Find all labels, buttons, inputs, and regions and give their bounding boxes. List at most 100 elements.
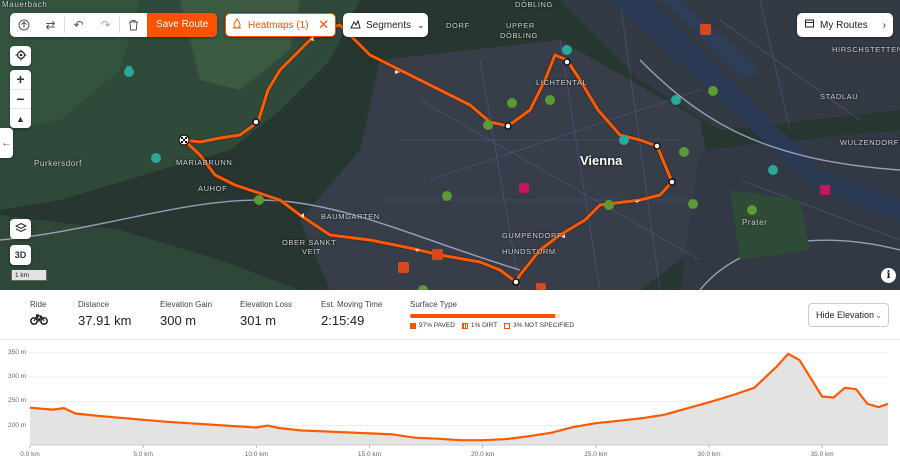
surface-type: Surface Type 97% PAVED 1% DIRT 3% NOT SP… — [410, 300, 581, 329]
stat-label: Elevation Loss — [240, 300, 293, 309]
map-label: BAUMGARTEN — [321, 212, 380, 221]
stat-distance: Distance 37.91 km — [78, 300, 131, 328]
x-tick-label: 5.0 km — [133, 451, 153, 458]
3d-toggle-button[interactable]: 3D — [10, 245, 31, 265]
my-routes-label: My Routes — [820, 19, 868, 31]
stat-value: 300 m — [160, 313, 197, 328]
x-tick-label: 0.0 km — [20, 451, 40, 458]
activity-type: Ride — [30, 300, 48, 330]
heatmaps-label: Heatmaps (1) — [248, 19, 309, 31]
map-layers-button[interactable] — [10, 219, 31, 239]
map-label: GUMPENDORF — [502, 231, 563, 240]
paved-swatch — [410, 322, 416, 329]
save-route-button[interactable]: Save Route — [147, 13, 218, 37]
locate-button[interactable] — [10, 46, 31, 66]
locate-icon — [15, 49, 27, 64]
stat-value: 301 m — [240, 313, 277, 328]
map-scale: 1 km — [11, 270, 47, 281]
unspecified-swatch — [504, 322, 511, 329]
arrow-left-icon: ← — [1, 137, 12, 149]
map-label: UPPER — [506, 21, 535, 30]
stat-label: Distance — [78, 300, 110, 309]
map-label: AUHOF — [198, 184, 228, 193]
y-tick-label: 200 m — [8, 421, 27, 429]
legend-dirt: 1% DIRT — [461, 322, 498, 329]
my-routes-button[interactable]: My Routes › — [797, 13, 893, 37]
map-label: OBER SANKT — [282, 238, 337, 247]
legend-label: 1% DIRT — [470, 322, 498, 329]
x-tick-label: 20.0 km — [471, 451, 495, 458]
segments-label: Segments — [366, 19, 412, 31]
heatmap-icon — [232, 18, 242, 32]
legend-label: 3% NOT SPECIFIED — [513, 322, 575, 329]
hide-elevation-select[interactable]: Hide Elevation ⌄ — [808, 303, 889, 327]
upload-icon[interactable] — [10, 13, 37, 37]
map-label: Purkersdorf — [34, 159, 82, 168]
zoom-in-button[interactable]: + — [10, 70, 31, 90]
stat-label: Elevation Gain — [160, 300, 213, 309]
route-toolbar: ⇄ ↶ ↷ Save Route — [10, 13, 218, 37]
zoom-out-button[interactable]: − — [10, 90, 31, 110]
heatmaps-chip[interactable]: Heatmaps (1) ✕ — [225, 13, 336, 37]
segments-button[interactable]: Segments ⌄ — [343, 13, 428, 37]
map-label: DÖBLING — [500, 31, 538, 40]
x-tick-label: 35.0 km — [810, 451, 834, 458]
stat-elevation-loss: Elevation Loss 301 m — [240, 300, 292, 328]
map-graphics — [0, 0, 900, 290]
close-icon[interactable]: ✕ — [318, 17, 329, 33]
map-label: WULZENDORF — [840, 138, 899, 147]
surface-legend: 97% PAVED 1% DIRT 3% NOT SPECIFIED — [410, 322, 581, 329]
segments-icon — [350, 19, 361, 32]
stat-value: 37.91 km — [78, 313, 132, 328]
map-canvas[interactable]: Mauerbach Purkersdorf MARIABRUNN AUHOF B… — [0, 0, 900, 290]
undo-icon[interactable]: ↶ — [65, 13, 92, 37]
map-label: STADLAU — [820, 92, 859, 101]
map-label: HUNDSTURM — [502, 247, 556, 256]
layers-icon — [14, 222, 27, 237]
compass-icon[interactable]: ▲ — [10, 109, 31, 128]
swap-icon[interactable]: ⇄ — [37, 13, 64, 37]
surface-bar — [410, 314, 560, 318]
stat-elevation-gain: Elevation Gain 300 m — [160, 300, 212, 328]
x-tick-label: 10.0 km — [244, 451, 268, 458]
bike-icon — [30, 312, 48, 330]
x-tick-label: 25.0 km — [584, 451, 608, 458]
chevron-right-icon: › — [882, 19, 886, 31]
zoom-controls: + − ▲ — [10, 70, 31, 128]
elevation-area — [30, 353, 888, 445]
legend-paved: 97% PAVED — [410, 322, 455, 329]
map-label: VEIT — [302, 247, 322, 256]
map-label: LICHTENTAL — [536, 78, 588, 87]
activity-label: Ride — [30, 300, 47, 309]
redo-icon[interactable]: ↷ — [92, 13, 119, 37]
map-label: Prater — [742, 218, 768, 227]
info-icon[interactable]: i — [881, 268, 896, 283]
x-tick-label: 30.0 km — [697, 451, 721, 458]
map-label: HIRSCHSTETTEN — [832, 45, 900, 54]
trash-icon[interactable] — [120, 13, 147, 37]
elevation-profile[interactable]: 350 m 300 m 250 m 200 m 0.0 km 5.0 km 10.0 km 1… — [0, 340, 900, 459]
map-label: MARIABRUNN — [176, 158, 233, 167]
y-tick-label: 300 m — [8, 373, 27, 381]
map-label: Mauerbach — [2, 0, 48, 9]
hide-elevation-label: Hide Elevation — [816, 310, 875, 320]
stat-value: 2:15:49 — [321, 313, 365, 328]
route-stats-bar: Ride Distance 37.91 km Elevation Gain 30… — [0, 290, 900, 340]
chevron-down-icon: ⌄ — [417, 19, 425, 30]
legend-unspecified: 3% NOT SPECIFIED — [504, 322, 574, 329]
chevron-down-icon: ⌄ — [875, 310, 882, 320]
stat-moving-time: Est. Moving Time 2:15:49 — [321, 300, 382, 328]
elevation-chart — [29, 352, 889, 448]
stat-label: Surface Type — [410, 300, 457, 309]
city-label: Vienna — [580, 153, 623, 168]
dirt-swatch — [461, 322, 468, 329]
route-builder: Mauerbach Purkersdorf MARIABRUNN AUHOF B… — [0, 0, 900, 459]
collapse-panel-button[interactable]: ← — [0, 128, 13, 158]
routes-icon — [804, 18, 815, 32]
surface-bar-unspecified — [555, 314, 560, 318]
map-label: DORF — [446, 21, 470, 30]
stat-label: Est. Moving Time — [321, 300, 383, 309]
x-tick-label: 15.0 km — [357, 451, 382, 458]
legend-label: 97% PAVED — [419, 322, 455, 329]
y-tick-label: 350 m — [8, 348, 27, 356]
